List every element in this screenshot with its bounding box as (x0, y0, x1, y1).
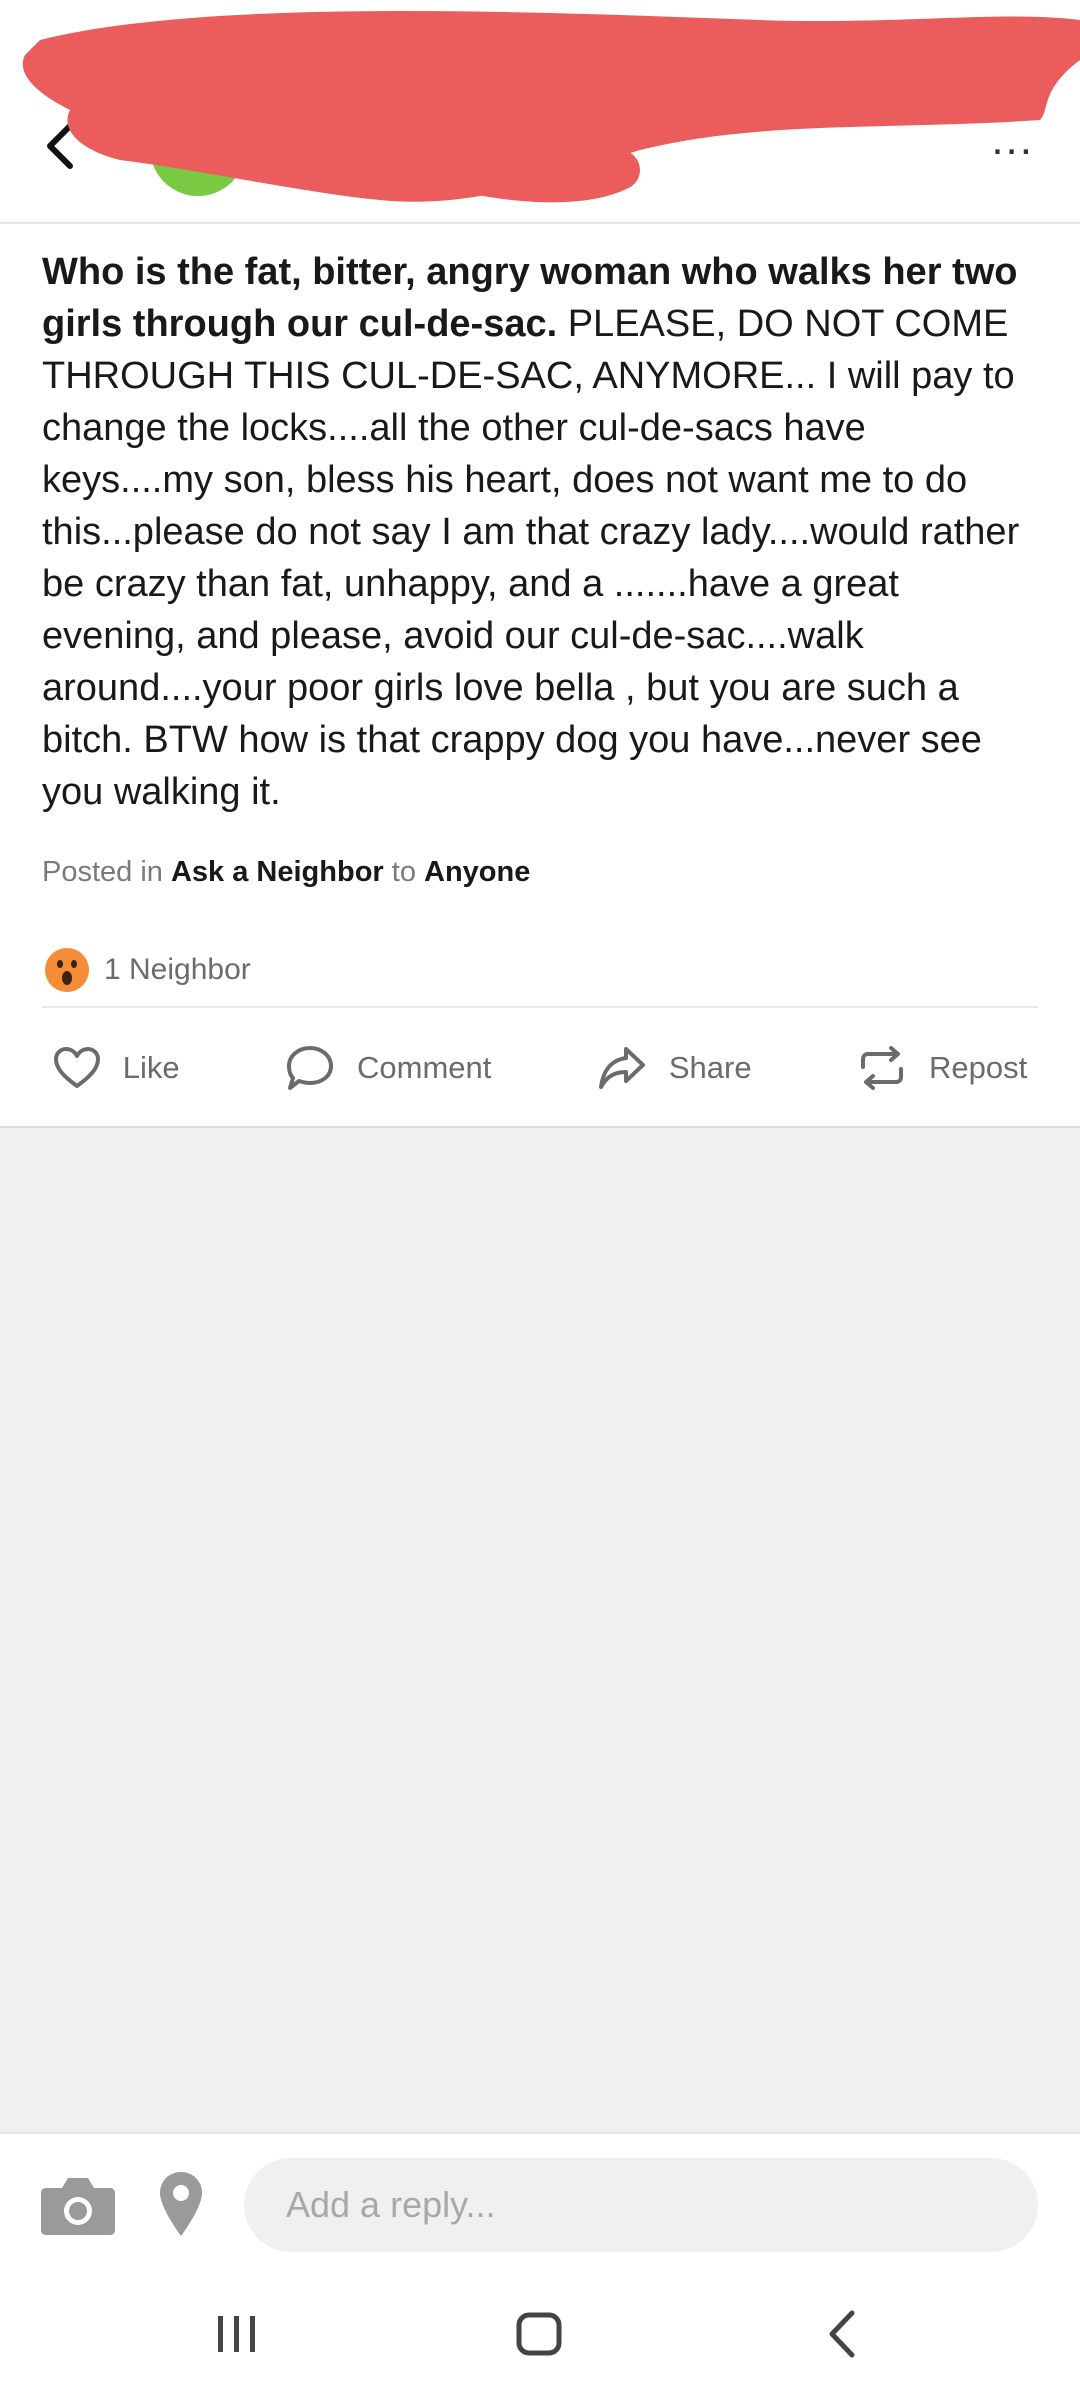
top-bar: ... (0, 0, 1080, 224)
home-button[interactable] (514, 2310, 564, 2363)
posted-in-label: Posted in (42, 856, 171, 888)
reply-input[interactable] (244, 2158, 1038, 2252)
reaction-summary[interactable]: 1 Neighbor (44, 942, 251, 998)
repost-label: Repost (929, 1050, 1028, 1085)
system-nav-bar (0, 2272, 1080, 2400)
post-body: PLEASE, DO NOT COME THROUGH THIS CUL-DE-… (42, 303, 1020, 813)
redaction-scribble (22, 11, 1080, 203)
category-link[interactable]: Ask a Neighbor (171, 856, 384, 888)
like-button[interactable]: Like (53, 1046, 180, 1090)
camera-icon (41, 2178, 115, 2235)
reaction-count: 1 Neighbor (104, 953, 251, 986)
system-back-button[interactable] (822, 2308, 862, 2365)
share-button[interactable]: Share (597, 1045, 752, 1091)
divider (42, 1006, 1038, 1008)
post-card: Who is the fat, bitter, angry woman who … (0, 224, 1080, 1128)
comment-label: Comment (357, 1050, 492, 1085)
post-text: Who is the fat, bitter, angry woman who … (42, 246, 1042, 818)
heart-icon (53, 1047, 100, 1088)
repost-icon (861, 1046, 904, 1090)
share-arrow-icon (598, 1047, 645, 1089)
wow-face-icon (45, 948, 89, 992)
post-actions: Like Comment Share Repost (0, 1010, 1080, 1126)
home-icon (516, 2312, 562, 2356)
recent-apps-button[interactable] (212, 2310, 262, 2363)
back-icon (829, 2310, 855, 2358)
location-button[interactable] (158, 2170, 204, 2243)
share-label: Share (668, 1050, 752, 1085)
like-label: Like (122, 1050, 180, 1085)
location-pin-icon (160, 2172, 202, 2236)
to-label: to (383, 856, 425, 888)
audience-link[interactable]: Anyone (424, 856, 530, 888)
reply-bar (0, 2132, 1080, 2274)
repost-button[interactable]: Repost (857, 1045, 1027, 1091)
comment-button[interactable]: Comment (285, 1044, 491, 1092)
camera-button[interactable] (40, 2174, 116, 2241)
post-meta: Posted in Ask a Neighbor to Anyone (42, 856, 530, 889)
recent-apps-icon (218, 2316, 255, 2352)
speech-bubble-icon (287, 1046, 334, 1090)
